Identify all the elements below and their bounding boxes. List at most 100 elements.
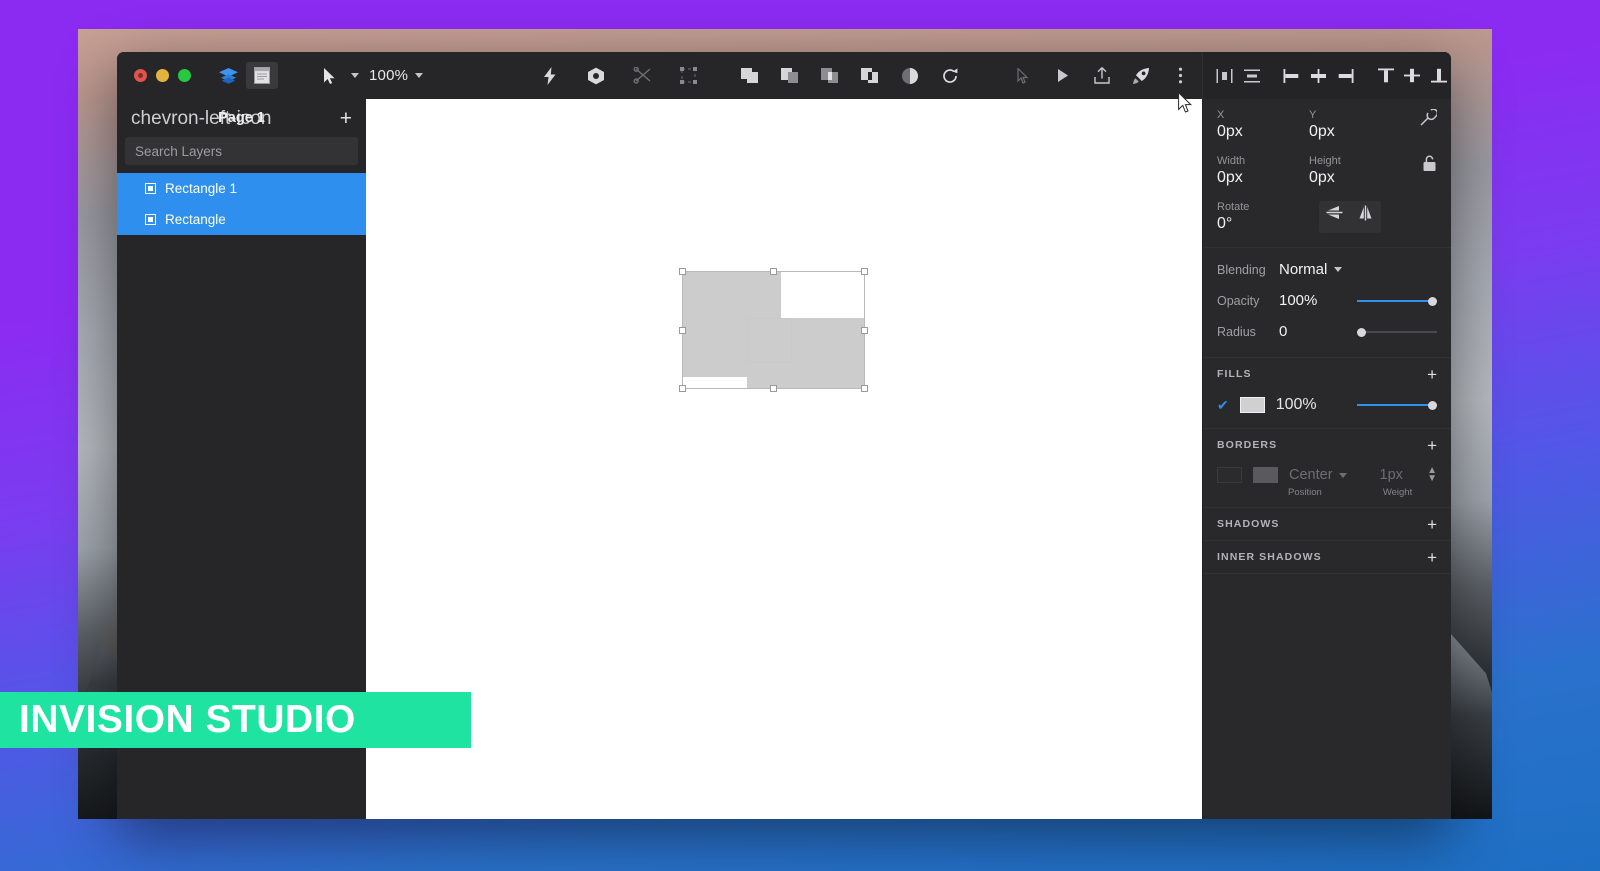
add-page-button[interactable]: +	[340, 108, 352, 129]
selection-handle-nw[interactable]	[679, 268, 686, 275]
selection-handle-s[interactable]	[770, 385, 777, 392]
radius-slider[interactable]	[1357, 325, 1437, 339]
zoom-level-control[interactable]: 100%	[369, 67, 424, 84]
size-row: Width 0px Height 0px	[1217, 155, 1437, 187]
align-middle-vertical-button[interactable]	[1401, 63, 1425, 89]
border-position-caret-icon[interactable]	[1338, 472, 1347, 478]
lock-aspect-button[interactable]	[1422, 155, 1437, 187]
desktop-background: 100% chevron-left-icon Page 1 + Search L…	[0, 0, 1600, 871]
align-right-icon	[1338, 68, 1354, 83]
flip-vertical-icon	[1326, 206, 1343, 219]
borders-header: BORDERS +	[1203, 429, 1451, 461]
distribute-horizontal-button[interactable]	[1213, 63, 1237, 89]
fill-color-swatch[interactable]	[1239, 397, 1265, 413]
kebab-menu-icon	[1178, 67, 1182, 84]
play-triangle-icon	[1058, 69, 1068, 82]
fill-opacity-slider[interactable]	[1357, 398, 1437, 412]
hotspot-tool-button[interactable]	[1009, 62, 1039, 90]
boolean-intersect-icon	[821, 67, 839, 83]
flip-horizontal-button[interactable]	[1350, 201, 1381, 224]
search-layers-input[interactable]	[125, 137, 358, 165]
selection-handle-e[interactable]	[861, 327, 868, 334]
rectangle-shape-icon	[145, 214, 156, 225]
align-left-button[interactable]	[1280, 63, 1304, 89]
proportion-link-button[interactable]	[1420, 109, 1437, 141]
height-field[interactable]: Height 0px	[1309, 155, 1401, 187]
distribute-vertical-button[interactable]	[1240, 63, 1264, 89]
rotate-copy-button[interactable]	[935, 62, 965, 90]
flip-vertical-button[interactable]	[1319, 201, 1350, 224]
union-tool-button[interactable]	[735, 62, 765, 90]
scissors-tool-button[interactable]	[627, 62, 657, 90]
rotate-field[interactable]: Rotate 0°	[1217, 201, 1309, 233]
selection-handle-se[interactable]	[861, 385, 868, 392]
align-bottom-button[interactable]	[1427, 63, 1451, 89]
align-top-button[interactable]	[1374, 63, 1398, 89]
artboard-panel-toggle[interactable]	[246, 62, 278, 89]
boolean-subtract-icon	[781, 67, 799, 83]
blending-row[interactable]: Blending Normal	[1203, 254, 1451, 285]
width-field[interactable]: Width 0px	[1217, 155, 1309, 187]
intersect-tool-button[interactable]	[815, 62, 845, 90]
fill-slider-knob[interactable]	[1428, 401, 1437, 410]
crop-tool-button[interactable]	[673, 62, 703, 90]
selection-handle-n[interactable]	[770, 268, 777, 275]
border-color-swatch[interactable]	[1253, 467, 1278, 483]
more-options-button[interactable]	[1165, 62, 1195, 90]
opacity-slider-knob[interactable]	[1428, 296, 1437, 306]
border-item-row: Center 1px ▲ ▼	[1203, 461, 1451, 489]
x-field[interactable]: X 0px	[1217, 109, 1309, 141]
lightning-bolt-icon	[544, 66, 556, 85]
flip-button-group	[1319, 201, 1381, 233]
rotate-refresh-icon	[943, 67, 958, 83]
layer-row-rectangle[interactable]: Rectangle	[117, 204, 366, 235]
add-inner-shadow-button[interactable]: +	[1427, 549, 1437, 566]
layer-row-rectangle-1[interactable]: Rectangle 1	[117, 173, 366, 204]
align-right-button[interactable]	[1334, 63, 1358, 89]
component-tool-button[interactable]	[581, 62, 611, 90]
selection-handle-sw[interactable]	[679, 385, 686, 392]
selection-handle-ne[interactable]	[861, 268, 868, 275]
add-border-button[interactable]: +	[1427, 437, 1437, 454]
add-fill-button[interactable]: +	[1427, 366, 1437, 383]
fill-enabled-checkbox[interactable]: ✔	[1217, 397, 1229, 414]
blending-caret-icon[interactable]	[1334, 267, 1343, 272]
add-shadow-button[interactable]: +	[1427, 516, 1437, 533]
opacity-value: 100%	[1279, 292, 1318, 309]
borders-title: BORDERS	[1217, 439, 1278, 451]
fills-title: FILLS	[1217, 368, 1252, 380]
inspect-rocket-button[interactable]	[1126, 62, 1156, 90]
select-tool-button[interactable]	[315, 62, 345, 90]
subtract-tool-button[interactable]	[775, 62, 805, 90]
close-window-button[interactable]	[134, 69, 147, 82]
opacity-slider[interactable]	[1357, 294, 1437, 308]
upload-arrow-icon	[1094, 67, 1110, 84]
zoom-window-button[interactable]	[178, 69, 191, 82]
zoom-caret-icon[interactable]	[415, 73, 424, 78]
motion-lightning-button[interactable]	[535, 62, 565, 90]
share-upload-button[interactable]	[1087, 62, 1117, 90]
layers-panel-toggle[interactable]	[212, 62, 244, 89]
opacity-row[interactable]: Opacity 100%	[1203, 285, 1451, 316]
radius-slider-knob[interactable]	[1357, 327, 1366, 337]
border-weight-stepper[interactable]: ▲ ▼	[1427, 466, 1437, 484]
zoom-level-value: 100%	[369, 67, 409, 84]
radius-row[interactable]: Radius 0	[1203, 316, 1451, 347]
mask-tool-button[interactable]	[895, 62, 925, 90]
border-enabled-checkbox[interactable]	[1217, 467, 1242, 483]
y-field[interactable]: Y 0px	[1309, 109, 1401, 141]
borders-section: BORDERS + Center 1px ▲ ▼ Position Weight	[1203, 429, 1451, 508]
minimize-window-button[interactable]	[156, 69, 169, 82]
radius-value: 0	[1279, 323, 1288, 340]
inner-shadows-header: INNER SHADOWS +	[1203, 541, 1451, 573]
align-center-horizontal-button[interactable]	[1307, 63, 1331, 89]
preview-play-button[interactable]	[1048, 62, 1078, 90]
difference-tool-button[interactable]	[855, 62, 885, 90]
shape-tool-group	[535, 62, 703, 90]
design-canvas[interactable]	[366, 99, 1202, 819]
border-weight-value[interactable]: 1px	[1380, 467, 1403, 483]
border-position-dropdown[interactable]: Center	[1289, 467, 1347, 483]
page-back-button[interactable]: chevron-left-icon	[131, 109, 271, 128]
selection-handle-w[interactable]	[679, 327, 686, 334]
select-tool-caret-icon[interactable]	[351, 73, 359, 78]
